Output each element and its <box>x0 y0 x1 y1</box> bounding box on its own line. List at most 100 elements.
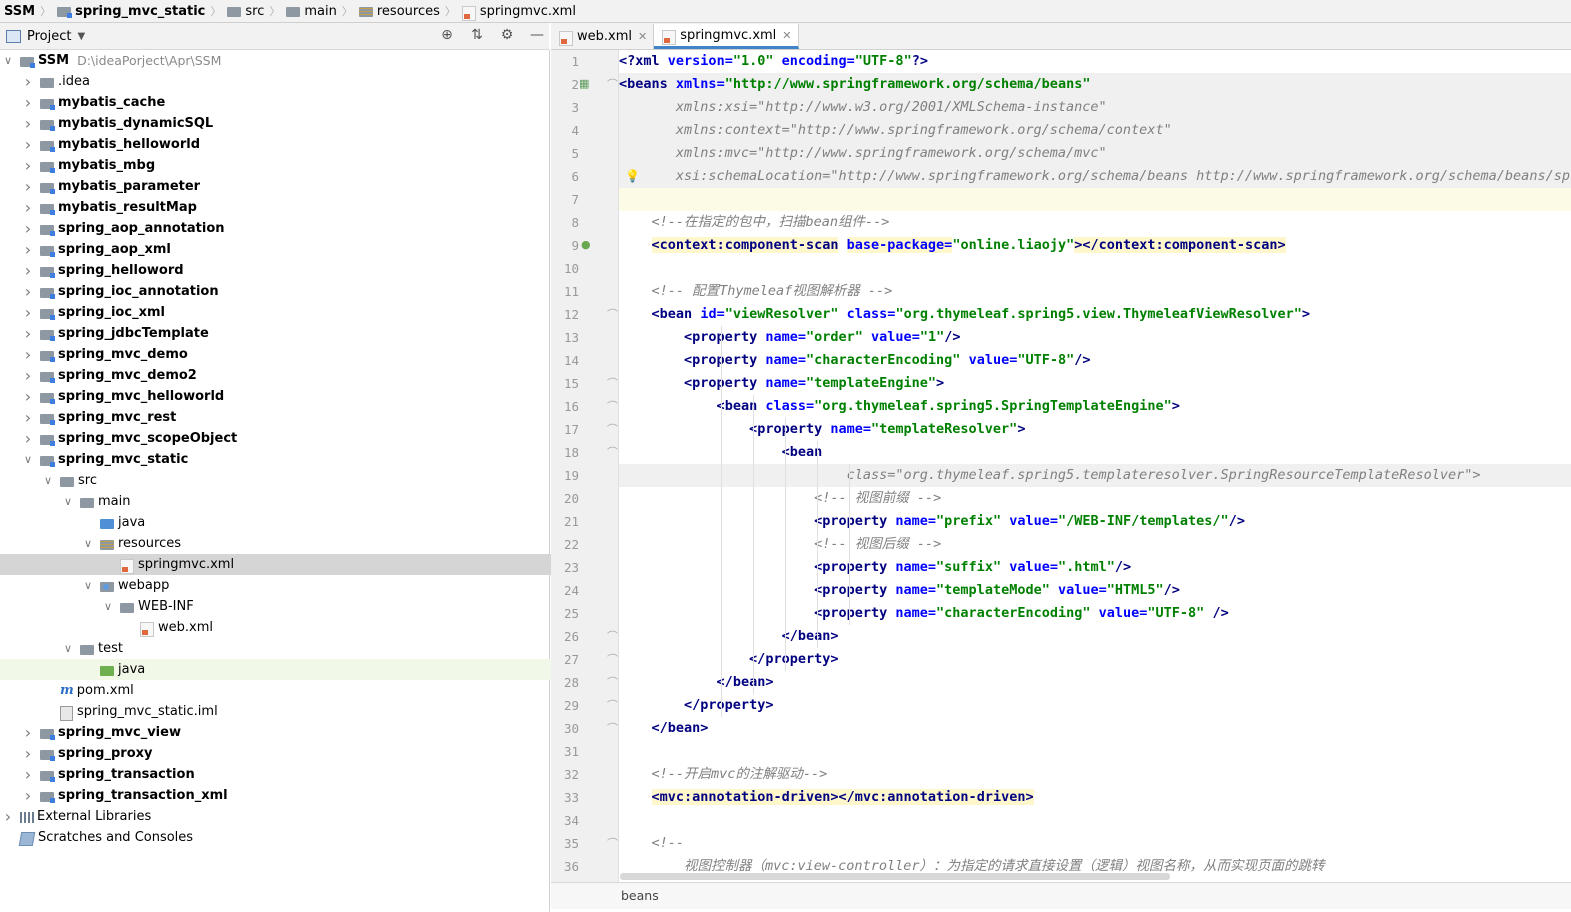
chevron-right-icon[interactable]: › <box>22 239 34 260</box>
tree-item[interactable]: ∨ webapp <box>0 575 631 596</box>
chevron-right-icon[interactable]: › <box>22 386 34 407</box>
tree-item[interactable]: › spring_ioc_xml <box>0 302 571 323</box>
code-line[interactable]: <beans xmlns="http://www.springframework… <box>619 73 1090 96</box>
code-line[interactable]: xsi:schemaLocation="http://www.springfra… <box>619 165 1571 188</box>
tree-item[interactable]: ∨ resources <box>0 533 631 554</box>
code-area[interactable]: <?xml version="1.0" encoding="UTF-8"?> <b… <box>619 50 1571 882</box>
code-line[interactable]: <property name="templateResolver"> <box>619 418 1025 441</box>
fold-marker-icon[interactable]: ⌒ <box>607 651 618 667</box>
fold-marker-icon[interactable]: ⌒ <box>607 444 618 460</box>
gear-icon[interactable]: ⚙ <box>499 27 515 43</box>
code-line[interactable]: </property> <box>619 648 838 671</box>
locate-icon[interactable]: ⊕ <box>439 27 455 43</box>
code-line[interactable]: <property name="prefix" value="/WEB-INF/… <box>619 510 1245 533</box>
code-line[interactable]: <property name="templateEngine"> <box>619 372 944 395</box>
breadcrumb-item[interactable]: src <box>223 4 267 19</box>
fold-marker-icon[interactable]: ⌒ <box>607 375 618 391</box>
chevron-right-icon[interactable]: › <box>22 743 34 764</box>
fold-marker-icon[interactable]: ⌒ <box>607 674 618 690</box>
tree-item[interactable]: ∨ src <box>0 470 591 491</box>
tree-item[interactable]: › mybatis_parameter <box>0 176 571 197</box>
chevron-right-icon[interactable]: › <box>22 428 34 449</box>
tree-item[interactable]: › spring_mvc_helloworld <box>0 386 571 407</box>
chevron-down-icon[interactable]: ∨ <box>62 638 74 659</box>
chevron-down-icon[interactable]: ∨ <box>82 575 94 596</box>
chevron-right-icon[interactable]: › <box>22 722 34 743</box>
breadcrumb-item[interactable]: resources <box>355 4 443 19</box>
code-line[interactable]: xmlns:mvc="http://www.springframework.or… <box>619 142 1107 165</box>
code-line[interactable]: </property> <box>619 694 773 717</box>
project-view-selector[interactable]: Project ▼ <box>0 29 85 44</box>
chevron-down-icon[interactable]: ∨ <box>102 596 114 617</box>
tree-item[interactable]: › mybatis_helloworld <box>0 134 571 155</box>
fold-marker-icon[interactable]: ⌒ <box>607 835 618 851</box>
breadcrumb-item[interactable]: spring_mvc_static <box>53 4 208 19</box>
chevron-right-icon[interactable]: › <box>22 344 34 365</box>
chevron-right-icon[interactable]: › <box>22 113 34 134</box>
chevron-right-icon[interactable]: › <box>22 302 34 323</box>
chevron-right-icon[interactable]: › <box>22 260 34 281</box>
tab-web-xml[interactable]: web.xml ✕ <box>551 24 655 49</box>
hide-icon[interactable]: — <box>529 27 545 43</box>
fold-marker-icon[interactable]: ⌒ <box>607 421 618 437</box>
tree-item[interactable]: › spring_mvc_demo2 <box>0 365 571 386</box>
chevron-right-icon[interactable]: › <box>22 197 34 218</box>
breadcrumb-item[interactable]: SSM <box>0 4 38 19</box>
code-line[interactable]: <property name="characterEncoding" value… <box>619 602 1229 625</box>
tree-item[interactable]: spring_mvc_static.iml <box>0 701 591 722</box>
chevron-right-icon[interactable]: › <box>22 365 34 386</box>
chevron-down-icon[interactable]: ∨ <box>22 449 34 470</box>
code-line[interactable]: <property name="templateMode" value="HTM… <box>619 579 1180 602</box>
code-line[interactable]: </bean> <box>619 717 709 740</box>
chevron-down-icon[interactable]: ∨ <box>42 470 54 491</box>
tree-item[interactable]: ∨ spring_mvc_static <box>0 449 571 470</box>
code-line[interactable]: class="org.thymeleaf.spring5.templateres… <box>619 464 1481 487</box>
fold-marker-icon[interactable]: ⌒ <box>607 398 618 414</box>
code-line[interactable]: <!--开启mvc的注解驱动--> <box>619 763 828 786</box>
tree-item[interactable]: ∨ SSM D:\ideaPorject\Apr\SSM <box>0 50 551 71</box>
fold-marker-icon[interactable]: ⌒ <box>607 76 618 92</box>
tree-item[interactable]: › spring_mvc_demo <box>0 344 571 365</box>
tree-item[interactable]: › mybatis_dynamicSQL <box>0 113 571 134</box>
tree-item[interactable]: › spring_transaction <box>0 764 571 785</box>
code-line[interactable]: <property name="order" value="1"/> <box>619 326 960 349</box>
tree-item[interactable]: › External Libraries <box>0 806 551 827</box>
tree-item[interactable]: › spring_helloword <box>0 260 571 281</box>
code-line[interactable]: <!-- 视图前缀 --> <box>619 487 941 510</box>
chevron-down-icon[interactable]: ∨ <box>62 491 74 512</box>
tree-item[interactable]: › spring_transaction_xml <box>0 785 571 806</box>
close-icon[interactable]: ✕ <box>782 29 791 42</box>
chevron-right-icon[interactable]: › <box>22 218 34 239</box>
tree-item[interactable]: › spring_jdbcTemplate <box>0 323 571 344</box>
code-line[interactable]: <!-- 配置Thymeleaf视图解析器 --> <box>619 280 893 303</box>
chevron-down-icon[interactable]: ∨ <box>2 50 14 71</box>
tree-item[interactable]: › mybatis_cache <box>0 92 571 113</box>
fold-marker-icon[interactable]: ⌒ <box>607 306 618 322</box>
fold-marker-icon[interactable]: ⌒ <box>607 720 618 736</box>
chevron-right-icon[interactable]: › <box>22 176 34 197</box>
chevron-right-icon[interactable]: › <box>22 71 34 92</box>
code-line[interactable]: <!-- <box>619 832 685 855</box>
tree-item[interactable]: › mybatis_resultMap <box>0 197 571 218</box>
chevron-right-icon[interactable]: › <box>22 785 34 806</box>
tree-item[interactable]: › mybatis_mbg <box>0 155 571 176</box>
tree-item[interactable]: › .idea <box>0 71 571 92</box>
tree-item[interactable]: java <box>0 512 631 533</box>
code-line[interactable]: <!-- 视图后缀 --> <box>619 533 941 556</box>
chevron-right-icon[interactable]: › <box>22 92 34 113</box>
code-line[interactable]: xmlns:xsi="http://www.w3.org/2001/XMLSch… <box>619 96 1107 119</box>
lightbulb-icon[interactable]: 💡 <box>625 169 640 183</box>
chevron-right-icon[interactable]: › <box>22 764 34 785</box>
tree-item[interactable]: › spring_aop_xml <box>0 239 571 260</box>
code-line[interactable]: <?xml version="1.0" encoding="UTF-8"?> <box>619 50 928 73</box>
code-line[interactable]: <!--在指定的包中，扫描bean组件--> <box>619 211 890 234</box>
tree-item[interactable]: › spring_mvc_rest <box>0 407 571 428</box>
close-icon[interactable]: ✕ <box>638 30 647 43</box>
chevron-right-icon[interactable]: › <box>22 281 34 302</box>
tree-item[interactable]: java <box>0 659 631 680</box>
tree-item[interactable]: › spring_aop_annotation <box>0 218 571 239</box>
tree-item[interactable]: › spring_mvc_scopeObject <box>0 428 571 449</box>
code-line[interactable]: </bean> <box>619 671 774 694</box>
tree-item[interactable]: Scratches and Consoles <box>0 827 551 848</box>
horizontal-scrollbar[interactable] <box>620 873 1170 880</box>
